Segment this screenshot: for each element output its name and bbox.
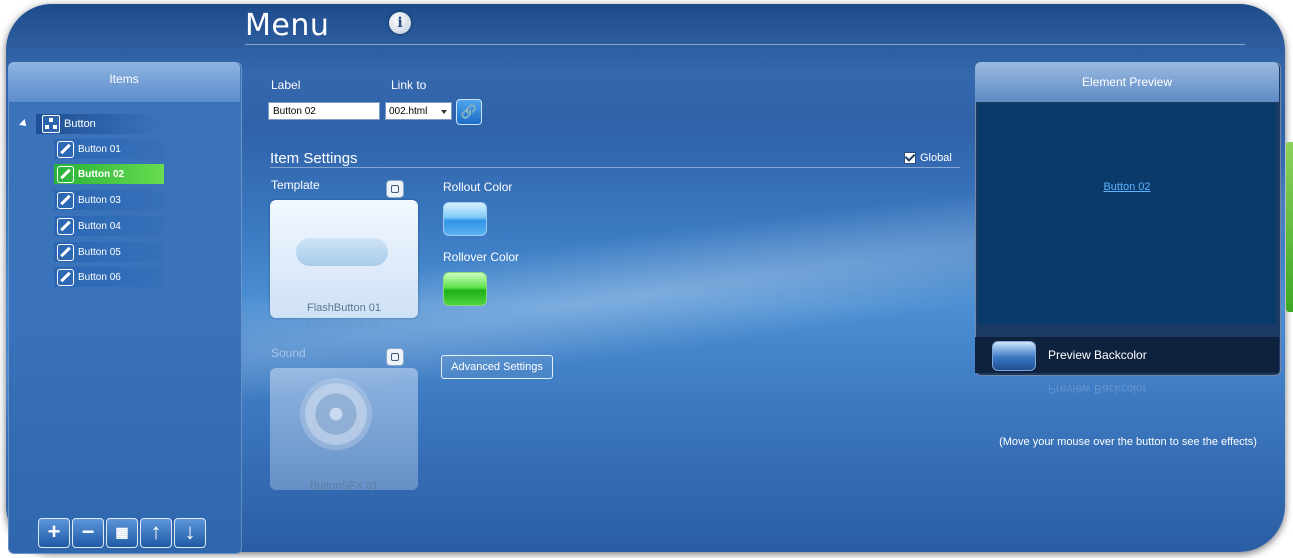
list-item[interactable]: Button 01 [54,139,164,159]
list-item-label: Button 01 [78,143,121,155]
template-select-icon[interactable] [386,180,404,198]
preview-backcolor-swatch[interactable] [992,341,1036,371]
rollout-color-swatch[interactable] [443,202,487,236]
preview-backcolor-reflection: Preview Backcolor [1048,382,1147,396]
list-item[interactable]: Button 05 [54,242,164,262]
move-down-button[interactable]: ↓ [174,518,206,548]
tree-root-bar[interactable]: Button [36,114,162,134]
preview-area [978,103,1276,325]
item-settings-title: Item Settings [270,150,358,167]
rollover-color-swatch[interactable] [443,272,487,306]
list-item-label: Button 05 [78,246,121,258]
pencil-icon [57,140,74,158]
label-caption: Label [271,78,301,92]
global-checkbox-row[interactable]: Global [904,152,952,164]
tree-icon: ▦ [115,524,129,540]
sound-select-icon[interactable] [386,348,404,366]
pencil-icon [57,217,74,235]
rollover-caption: Rollover Color [443,250,520,264]
remove-item-button[interactable]: − [72,518,104,548]
items-panel [8,62,242,554]
hierarchy-icon [42,115,60,133]
link-button[interactable]: 🔗 [456,99,482,125]
link-select[interactable]: 002.html [385,102,452,120]
add-item-button[interactable]: + [38,518,70,548]
pencil-icon [57,165,74,183]
rollout-caption: Rollout Color [443,180,513,194]
page-title: Menu [245,8,330,43]
side-tab[interactable] [1286,142,1293,312]
add-subitem-button[interactable]: ▦ [106,518,138,548]
tree-root-label: Button [64,118,96,130]
list-item[interactable]: Button 03 [54,190,164,210]
info-icon[interactable]: i [389,12,411,34]
list-item-label: Button 02 [78,168,125,180]
label-input[interactable]: Button 02 [268,102,380,120]
template-caption: Template [271,178,320,192]
list-item-selected[interactable]: Button 02 [54,164,164,184]
template-name: FlashButton 01 [307,302,381,314]
list-item-label: Button 04 [78,220,121,232]
title-divider [245,44,1245,45]
advanced-settings-button[interactable]: Advanced Settings [441,355,553,379]
template-name-reflection: FlashButton 01 [307,318,381,330]
list-item[interactable]: Button 04 [54,216,164,236]
element-preview-header: Element Preview [975,62,1279,102]
preview-button-link[interactable]: Button 02 [978,181,1276,193]
sound-caption: Sound [271,346,306,360]
move-up-button[interactable]: ↑ [140,518,172,548]
expand-icon[interactable] [19,119,29,129]
link-select-value: 002.html [389,106,428,117]
sound-name: ButtonSFX 01 [309,480,379,492]
global-label: Global [920,152,952,164]
list-item-label: Button 06 [78,271,121,283]
pencil-icon [57,268,74,286]
pencil-icon [57,243,74,261]
preview-hint: (Move your mouse over the button to see … [999,436,1257,448]
link-icon: 🔗 [460,104,478,119]
chevron-down-icon [441,110,447,114]
pencil-icon [57,191,74,209]
global-checkbox[interactable] [904,152,916,164]
items-panel-header: Items [8,62,240,102]
speaker-icon [300,378,372,450]
section-divider [270,167,960,168]
template-preview-button [296,238,388,266]
tree-root-button[interactable]: Button [19,114,162,134]
list-item-label: Button 03 [78,194,121,206]
link-caption: Link to [391,78,427,92]
list-item[interactable]: Button 06 [54,267,164,287]
preview-backcolor-label: Preview Backcolor [1048,348,1147,362]
